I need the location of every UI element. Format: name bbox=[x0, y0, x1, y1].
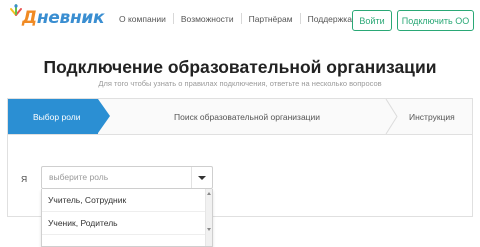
step-label: Выбор роли bbox=[33, 111, 81, 122]
wizard-stepper: Выбор роли Поиск образовательной организ… bbox=[7, 98, 473, 135]
scroll-down-icon[interactable] bbox=[207, 228, 211, 231]
dropdown-scrollbar[interactable] bbox=[205, 189, 212, 246]
step-role-selection[interactable]: Выбор роли bbox=[8, 99, 98, 134]
scroll-up-icon[interactable] bbox=[207, 192, 211, 195]
page-title: Подключение образовательной организации bbox=[43, 57, 437, 77]
page-subtitle: Для того чтобы узнать о правилах подключ… bbox=[98, 79, 382, 88]
caret-down-icon bbox=[198, 175, 206, 180]
top-nav: О компании Возможности Партнёрам Поддерж… bbox=[112, 13, 359, 24]
step-arrow bbox=[98, 99, 110, 133]
select-toggle-button[interactable] bbox=[191, 167, 212, 188]
nav-item-support[interactable]: Поддержка bbox=[301, 14, 359, 24]
option-teacher-staff[interactable]: Учитель, Сотрудник bbox=[42, 189, 206, 212]
dnevnik-logo[interactable]: Дневник bbox=[8, 3, 105, 37]
step-chevron-icon bbox=[385, 99, 398, 134]
select-placeholder: выберите роль bbox=[49, 172, 109, 182]
nav-item-about[interactable]: О компании bbox=[112, 14, 173, 24]
step-organization-search[interactable]: Поиск образовательной организации bbox=[174, 99, 320, 134]
nav-item-features[interactable]: Возможности bbox=[174, 14, 241, 24]
connect-organization-button[interactable]: Подключить ОО bbox=[397, 10, 474, 31]
login-button[interactable]: Войти bbox=[352, 10, 392, 31]
step-instructions[interactable]: Инструкция bbox=[409, 99, 455, 134]
site-header: Дневник О компании Возможности Партнёрам… bbox=[0, 0, 480, 40]
option-student-parent[interactable]: Ученик, Родитель bbox=[42, 212, 206, 235]
role-select[interactable]: выберите роль bbox=[41, 166, 213, 189]
nav-item-partners[interactable]: Партнёрам bbox=[242, 14, 300, 24]
logo-text: Дневник bbox=[22, 8, 105, 28]
role-dropdown-list: Учитель, Сотрудник Ученик, Родитель bbox=[41, 189, 213, 247]
role-label: Я bbox=[21, 174, 28, 184]
